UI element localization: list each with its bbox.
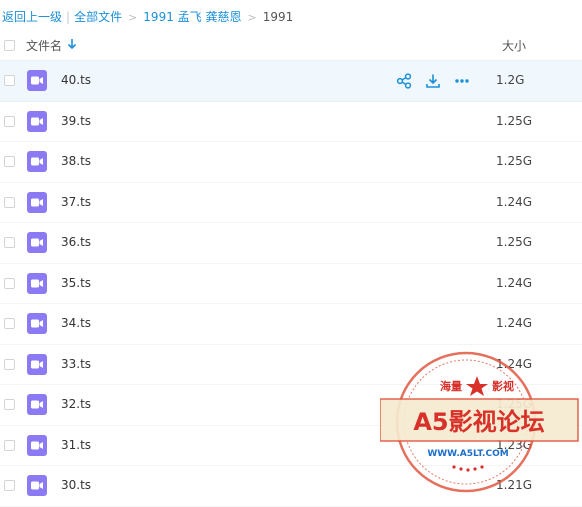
file-size: 1.23G	[496, 437, 533, 452]
file-row[interactable]: 36.ts 1.25G	[0, 223, 582, 264]
file-name[interactable]: 30.ts	[61, 478, 91, 492]
column-header-size[interactable]: 大小	[502, 37, 526, 54]
file-size: 1.25G	[496, 397, 533, 411]
file-name[interactable]: 40.ts	[61, 73, 91, 87]
file-row[interactable]: 34.ts 1.24G	[0, 304, 582, 345]
share-icon[interactable]	[396, 73, 412, 89]
download-icon[interactable]	[425, 73, 441, 89]
file-row[interactable]: 32.ts 1.25G	[0, 385, 582, 426]
video-file-icon	[27, 353, 47, 375]
current-folder: 1991	[262, 10, 294, 24]
breadcrumb-divider: |	[66, 10, 71, 24]
file-name[interactable]: 38.ts	[61, 154, 91, 168]
breadcrumb-separator: >	[247, 11, 257, 24]
all-files-link[interactable]: 全部文件	[74, 10, 122, 24]
file-name[interactable]: 34.ts	[61, 316, 91, 330]
video-file-icon	[27, 151, 47, 172]
row-checkbox[interactable]	[4, 75, 15, 86]
file-row[interactable]: 31.ts 1.23G	[0, 426, 582, 466]
file-name[interactable]: 35.ts	[61, 276, 91, 290]
file-size: 1.25G	[496, 113, 533, 128]
select-all-checkbox[interactable]	[4, 40, 15, 51]
row-checkbox[interactable]	[4, 318, 15, 329]
file-name[interactable]: 39.ts	[61, 114, 91, 128]
column-header-name[interactable]: 文件名	[26, 37, 62, 54]
file-size: 1.21G	[496, 478, 533, 492]
file-row[interactable]: 38.ts 1.25G	[0, 142, 582, 183]
file-size: 1.24G	[496, 356, 533, 371]
file-row[interactable]: 39.ts 1.25G	[0, 102, 582, 142]
breadcrumb-separator: >	[128, 11, 138, 24]
row-checkbox[interactable]	[4, 237, 15, 248]
file-name[interactable]: 31.ts	[61, 438, 91, 452]
file-size: 1.25G	[496, 154, 533, 168]
row-checkbox[interactable]	[4, 277, 15, 289]
video-file-icon	[27, 394, 47, 415]
video-file-icon	[27, 232, 47, 253]
file-row[interactable]: 33.ts 1.24G	[0, 345, 582, 385]
file-row[interactable]: 30.ts 1.21G	[0, 466, 582, 507]
breadcrumb: 返回上一级 | 全部文件 >1991 孟飞 龚慈恩 >1991	[2, 9, 293, 25]
file-row[interactable]: 35.ts 1.24G	[0, 264, 582, 304]
back-link[interactable]: 返回上一级	[2, 10, 62, 24]
video-file-icon	[27, 434, 47, 456]
video-file-icon	[27, 191, 47, 213]
file-size: 1.24G	[496, 316, 533, 330]
file-size: 1.24G	[496, 275, 533, 290]
video-file-icon	[27, 313, 47, 334]
row-checkbox[interactable]	[4, 399, 15, 410]
file-size: 1.24G	[496, 194, 533, 209]
row-checkbox[interactable]	[4, 358, 15, 370]
file-name[interactable]: 33.ts	[61, 357, 91, 371]
row-checkbox[interactable]	[4, 480, 15, 491]
file-row[interactable]: 40.ts 1.2G	[0, 61, 582, 102]
file-size: 1.2G	[496, 73, 525, 87]
file-list-header: 文件名 大小	[0, 30, 582, 61]
video-file-icon	[27, 110, 47, 132]
file-row[interactable]: 37.ts 1.24G	[0, 183, 582, 223]
video-file-icon	[27, 70, 47, 91]
folder-link[interactable]: 1991 孟飞 龚慈恩	[143, 10, 241, 24]
row-checkbox[interactable]	[4, 115, 15, 127]
file-name[interactable]: 36.ts	[61, 235, 91, 249]
file-name[interactable]: 37.ts	[61, 195, 91, 209]
video-file-icon	[27, 475, 47, 496]
file-list: 40.ts 1.2G 39.ts 1.25G 38.ts 1.25G 37.ts 1.24G 3…	[0, 61, 582, 507]
more-icon[interactable]	[454, 73, 470, 89]
sort-arrow-down-icon[interactable]	[67, 38, 77, 50]
file-size: 1.25G	[496, 235, 533, 249]
row-checkbox[interactable]	[4, 196, 15, 208]
video-file-icon	[27, 272, 47, 294]
file-name[interactable]: 32.ts	[61, 397, 91, 411]
row-checkbox[interactable]	[4, 439, 15, 451]
row-checkbox[interactable]	[4, 156, 15, 167]
